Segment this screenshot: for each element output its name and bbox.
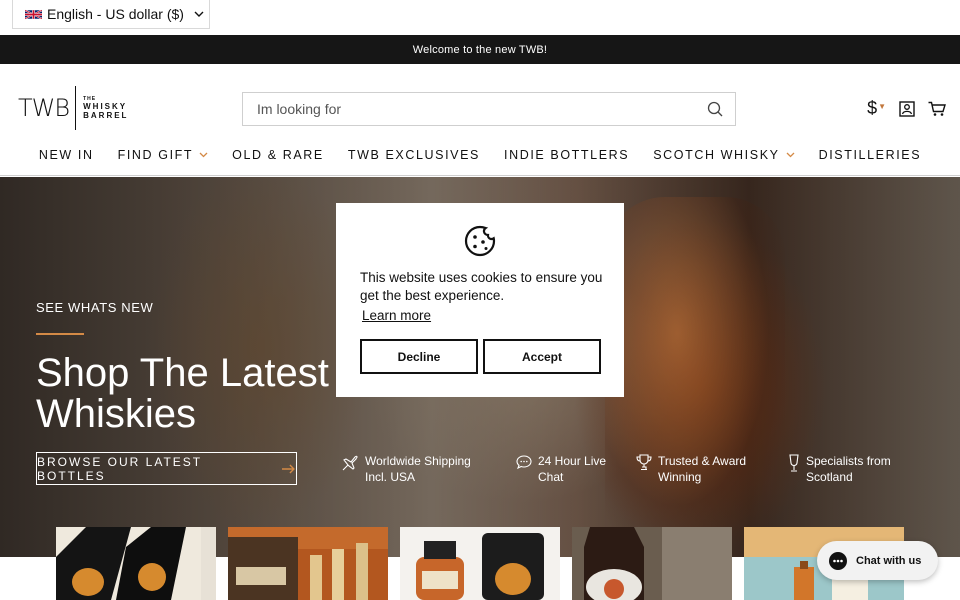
browse-latest-button[interactable]: BROWSE OUR LATEST BOTTLES: [36, 452, 297, 485]
nav-item-new-in[interactable]: NEW IN: [27, 148, 106, 162]
hero-eyebrow: SEE WHATS NEW: [36, 300, 154, 315]
locale-bar: English - US dollar ($): [0, 0, 960, 35]
usp-line: Winning: [658, 470, 702, 484]
announcement-bar: Welcome to the new TWB!: [0, 35, 960, 64]
nav-label: INDIE BOTTLERS: [504, 148, 630, 162]
cookie-accept-button[interactable]: Accept: [483, 339, 601, 374]
cookie-consent-dialog: This website uses cookies to ensure you …: [336, 203, 624, 397]
currency-switcher[interactable]: $ ▼: [867, 98, 886, 119]
site-header: TWB THE WHISKY BARREL $ ▼ NEW IN FIND GI…: [0, 64, 960, 176]
header-actions: $ ▼: [867, 98, 946, 119]
product-image: [400, 527, 560, 600]
nav-label: TWB EXCLUSIVES: [347, 148, 480, 162]
product-tile[interactable]: [228, 527, 388, 600]
chevron-down-icon: ▼: [878, 102, 886, 111]
cookie-decline-button[interactable]: Decline: [360, 339, 478, 374]
usp-shipping: Worldwide Shipping Incl. USA: [341, 453, 471, 485]
logo-word-whisky: WHISKY: [83, 102, 128, 111]
chevron-down-icon: [194, 11, 204, 17]
logo-wordmark: THE WHISKY BARREL: [83, 96, 128, 120]
chat-bubble-icon: [516, 455, 532, 470]
product-image: [228, 527, 388, 600]
nav-label: FIND GIFT: [117, 148, 194, 162]
nav-label: NEW IN: [38, 148, 94, 162]
logo-divider: [75, 86, 77, 130]
cart-icon[interactable]: [928, 101, 946, 117]
usp-scotland: Specialists from Scotland: [788, 453, 891, 485]
glass-icon: [789, 454, 799, 472]
logo-word-barrel: BARREL: [83, 111, 129, 120]
locale-currency-selector[interactable]: English - US dollar ($): [12, 0, 210, 29]
chat-label: Chat with us: [856, 554, 922, 567]
uk-flag-icon: [25, 8, 42, 20]
nav-item-indie-bottlers[interactable]: INDIE BOTTLERS: [492, 148, 641, 162]
nav-label: SCOTCH WHISKY: [653, 148, 780, 162]
product-tile[interactable]: [56, 527, 216, 600]
locale-label: English - US dollar ($): [47, 6, 184, 22]
announcement-text: Welcome to the new TWB!: [412, 43, 548, 56]
cookie-message: This website uses cookies to ensure you …: [360, 270, 603, 303]
usp-line: Worldwide Shipping: [365, 454, 471, 468]
site-logo[interactable]: TWB THE WHISKY BARREL: [18, 86, 128, 130]
usp-live-chat: 24 Hour Live Chat: [516, 453, 606, 485]
chat-widget-button[interactable]: Chat with us: [817, 541, 938, 580]
cookie-icon: [464, 225, 496, 257]
usp-line: Specialists from: [806, 454, 891, 468]
hero-accent-line: [36, 333, 84, 335]
usp-award: Trusted & Award Winning: [636, 453, 746, 485]
logo-mark: TWB: [18, 94, 70, 122]
account-icon[interactable]: [899, 100, 915, 117]
product-tile[interactable]: [400, 527, 560, 600]
hero-title: Shop The Latest Whiskies: [36, 351, 329, 436]
usp-line: Scotland: [806, 470, 853, 484]
usp-line: Incl. USA: [365, 470, 416, 484]
nav-item-distilleries[interactable]: DISTILLERIES: [807, 148, 934, 162]
search-icon[interactable]: [707, 101, 723, 117]
plane-icon: [342, 455, 358, 471]
nav-item-twb-exclusives[interactable]: TWB EXCLUSIVES: [336, 148, 492, 162]
usp-line: 24 Hour Live: [538, 454, 607, 468]
chevron-down-icon: [786, 152, 795, 158]
nav-label: OLD & RARE: [232, 148, 324, 162]
nav-item-scotch-whisky[interactable]: SCOTCH WHISKY: [641, 148, 806, 162]
nav-item-old-rare[interactable]: OLD & RARE: [220, 148, 336, 162]
nav-item-find-gift[interactable]: FIND GIFT: [106, 148, 221, 162]
product-image: [56, 527, 216, 600]
product-tile[interactable]: [572, 527, 732, 600]
nav-label: DISTILLERIES: [818, 148, 922, 162]
chat-icon: [829, 551, 847, 570]
product-image: [572, 527, 732, 600]
search-box: [242, 92, 736, 126]
chevron-down-icon: [199, 152, 208, 158]
usp-line: Chat: [538, 470, 564, 484]
cookie-learn-more-link[interactable]: Learn more: [362, 308, 431, 323]
arrow-right-icon: [282, 464, 295, 473]
trophy-icon: [636, 454, 652, 471]
currency-symbol: $: [867, 98, 878, 118]
search-input[interactable]: [257, 101, 707, 117]
browse-latest-label: BROWSE OUR LATEST BOTTLES: [37, 454, 202, 483]
usp-line: Trusted & Award: [658, 454, 747, 468]
main-nav: NEW IN FIND GIFT OLD & RARE TWB EXCLUSIV…: [0, 148, 960, 162]
